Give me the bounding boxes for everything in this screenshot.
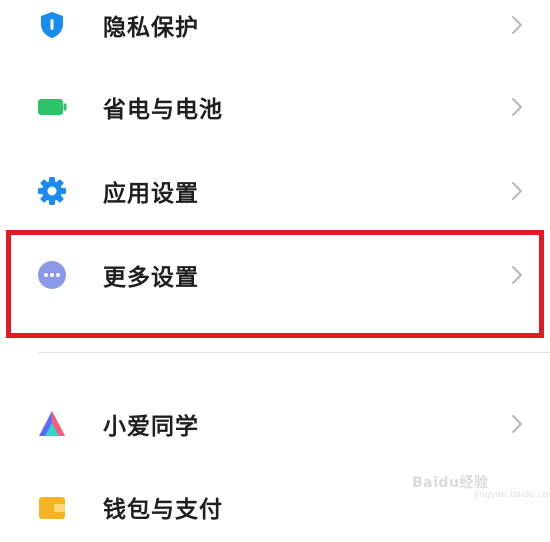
privacy-shield-icon	[41, 12, 63, 38]
settings-item-label: 钱包与支付	[103, 497, 223, 523]
settings-item-xiaoai[interactable]: 小爱同学	[0, 389, 550, 459]
battery-icon	[38, 99, 67, 115]
chevron-right-icon	[512, 16, 522, 34]
highlight-box	[6, 230, 544, 338]
settings-item-label: 省电与电池	[103, 97, 223, 123]
baidu-watermark: Baidu经验 jingyan.baidu.com	[406, 462, 550, 502]
wallet-icon	[39, 497, 65, 519]
settings-item-privacy[interactable]: 隐私保护	[0, 0, 550, 60]
chevron-right-icon	[512, 415, 522, 433]
xiaoai-icon	[39, 411, 65, 436]
watermark-subtext: jingyan.baidu.com	[474, 490, 550, 500]
gear-icon	[38, 177, 66, 205]
section-divider	[38, 352, 550, 353]
settings-item-label: 应用设置	[103, 181, 199, 207]
settings-item-label: 隐私保护	[103, 15, 199, 41]
settings-item-label: 小爱同学	[103, 414, 199, 440]
settings-item-battery[interactable]: 省电与电池	[0, 72, 550, 142]
chevron-right-icon	[512, 98, 522, 116]
watermark-text: Baidu经验	[412, 475, 489, 491]
chevron-right-icon	[512, 182, 522, 200]
settings-list: 隐私保护 省电与电池 应用设置 更多设置 小爱同学 钱包与支付 Baidu经验 …	[0, 0, 550, 523]
settings-item-apps[interactable]: 应用设置	[0, 156, 550, 226]
